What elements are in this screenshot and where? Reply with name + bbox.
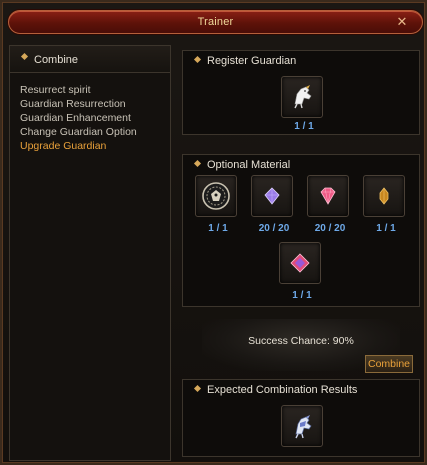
register-guardian-title: Register Guardian (207, 55, 297, 67)
guardian-slot-count: 1 / 1 (294, 121, 314, 132)
optional-material-section: Optional Material 1 / 1 20 / 20 20 / 20 … (182, 154, 420, 307)
medallion-icon (202, 182, 230, 210)
combine-header: Combine (10, 46, 170, 73)
amber-crystal-icon (379, 187, 389, 205)
menu-item-upgrade-guardian[interactable]: Upgrade Guardian (20, 139, 137, 153)
title-bar: Trainer ✕ (8, 10, 423, 34)
menu-item-guardian-resurrection[interactable]: Guardian Resurrection (20, 97, 137, 111)
diamond-bullet-icon (20, 52, 29, 61)
combine-menu-panel: Combine Resurrect spirit Guardian Resurr… (9, 45, 171, 461)
combine-detail-area: Register Guardian 1 / 1 Optional Materia… (180, 45, 422, 461)
expected-results-header: Expected Combination Results (183, 380, 419, 400)
register-guardian-header: Register Guardian (183, 51, 419, 71)
trainer-window: Trainer ✕ Combine Resurrect spirit Guard… (0, 0, 427, 465)
expected-results-section: Expected Combination Results (182, 379, 420, 457)
material-slot-red-jewel[interactable] (279, 242, 321, 284)
diamond-bullet-icon (193, 159, 202, 168)
optional-material-header: Optional Material (183, 155, 419, 175)
result-slot[interactable] (281, 405, 323, 447)
success-chance-text: Success Chance: 90% (248, 335, 354, 347)
material-slot-amber-crystal[interactable] (363, 175, 405, 217)
expected-results-title: Expected Combination Results (207, 384, 358, 396)
armored-guardian-icon (295, 415, 312, 439)
amber-crystal-count: 1 / 1 (376, 223, 396, 234)
diamond-bullet-icon (193, 384, 202, 393)
combine-action-area: Success Chance: 90% Combine (180, 313, 422, 377)
combine-button[interactable]: Combine (365, 355, 413, 373)
diamond-bullet-icon (193, 55, 202, 64)
guardian-slot[interactable] (281, 76, 323, 118)
close-button[interactable]: ✕ (394, 14, 410, 30)
medallion-count: 1 / 1 (208, 223, 228, 234)
red-jewel-count: 1 / 1 (292, 290, 312, 301)
purple-gem-icon (264, 187, 280, 205)
material-slot-purple-gem[interactable] (251, 175, 293, 217)
red-jewel-icon (290, 253, 310, 273)
guardian-horse-icon (294, 85, 312, 109)
material-slot-medallion[interactable] (195, 175, 237, 217)
pink-gem-count: 20 / 20 (314, 223, 346, 234)
combine-header-label: Combine (34, 54, 79, 66)
menu-item-guardian-enhancement[interactable]: Guardian Enhancement (20, 111, 137, 125)
close-icon: ✕ (396, 14, 408, 29)
menu-item-resurrect-spirit[interactable]: Resurrect spirit (20, 83, 137, 97)
menu-item-change-guardian-option[interactable]: Change Guardian Option (20, 125, 137, 139)
pink-gem-icon (320, 187, 336, 205)
combine-menu: Resurrect spirit Guardian Resurrection G… (20, 83, 137, 153)
purple-gem-count: 20 / 20 (258, 223, 290, 234)
register-guardian-section: Register Guardian 1 / 1 (182, 50, 420, 135)
material-slot-pink-gem[interactable] (307, 175, 349, 217)
optional-material-title: Optional Material (207, 159, 291, 171)
window-title: Trainer (197, 16, 234, 28)
